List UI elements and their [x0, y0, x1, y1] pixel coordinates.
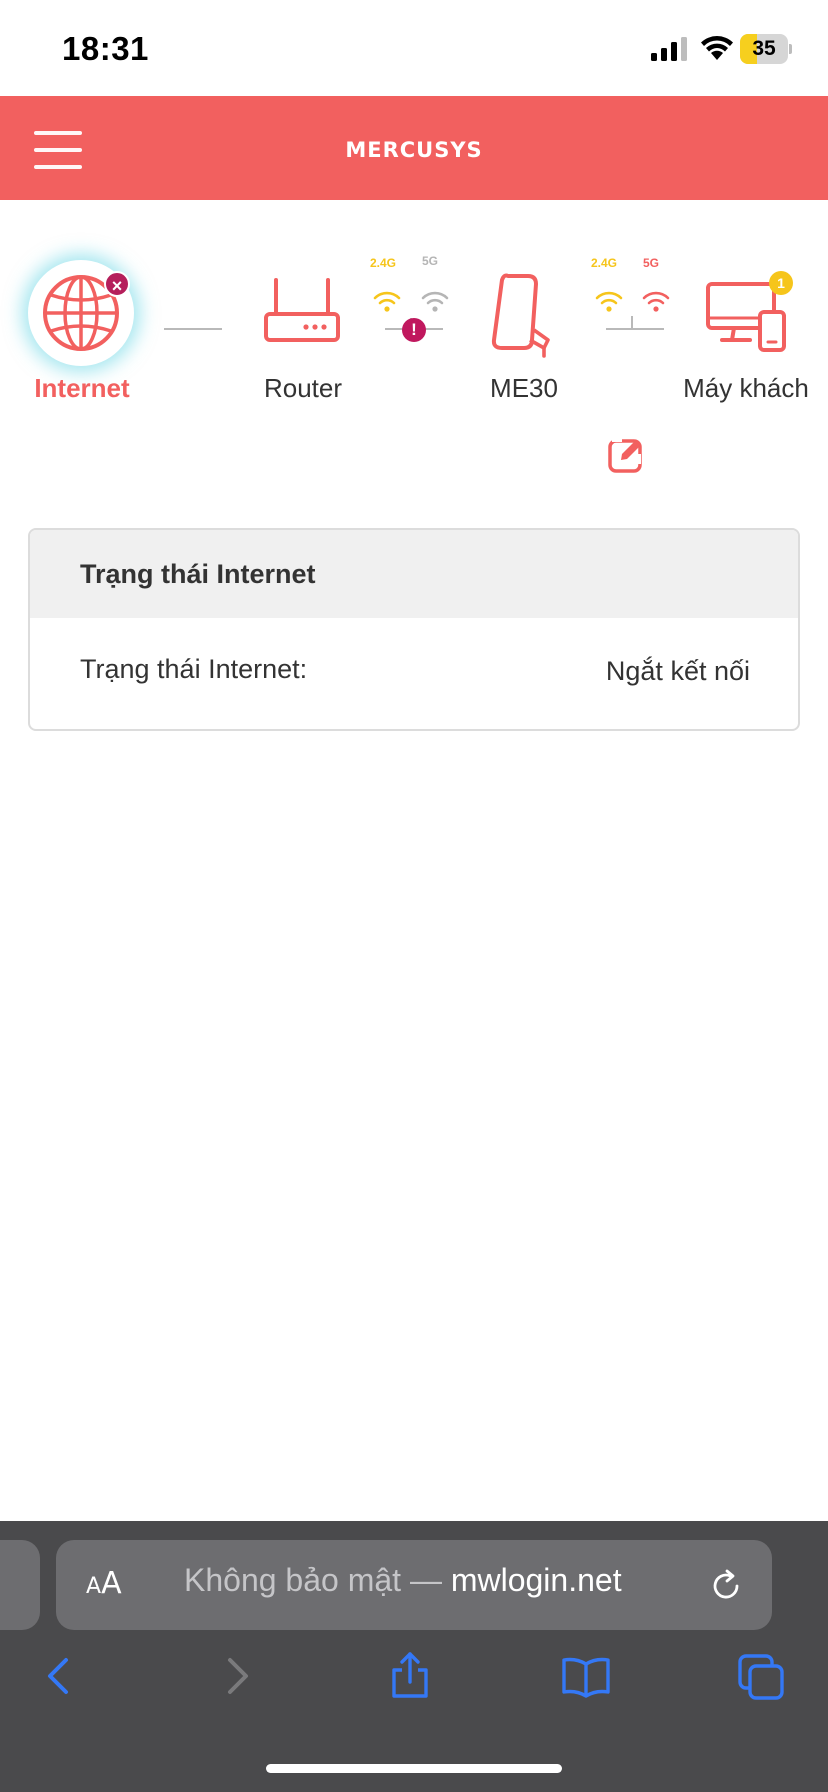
url-prefix: Không bảo mật — — [184, 1562, 451, 1598]
url-host: mwlogin.net — [450, 1562, 622, 1598]
mercusys-logo: MERCUSYS — [345, 138, 483, 162]
tabs-icon[interactable] — [736, 1650, 788, 1702]
internet-status-row: Trạng thái Internet: Ngắt kết nối — [30, 618, 798, 729]
wifi-icon — [701, 36, 733, 60]
internet-status-value: Ngắt kết nối — [605, 656, 750, 686]
internet-status-card: Trạng thái Internet Trạng thái Internet:… — [28, 528, 800, 731]
router-label[interactable]: Router — [240, 372, 366, 404]
previous-tab-peek[interactable] — [0, 1540, 40, 1630]
router-band-24-label: 2.4G — [370, 256, 397, 270]
wifi-24g-icon — [373, 291, 401, 312]
bookmarks-icon[interactable] — [560, 1650, 612, 1702]
home-indicator[interactable] — [266, 1764, 562, 1773]
ios-status-bar: 18:31 35 — [0, 0, 828, 96]
range-extender-icon[interactable] — [490, 270, 560, 360]
me30-label[interactable]: ME30 — [468, 372, 580, 404]
card-title: Trạng thái Internet — [30, 530, 798, 618]
extender-band-5-label: 5G — [643, 256, 660, 270]
reload-icon[interactable] — [706, 1566, 746, 1606]
extender-wifi-24g-icon — [595, 291, 623, 312]
client-label[interactable]: Máy khách — [682, 372, 810, 404]
edit-icon[interactable] — [607, 436, 645, 474]
link-internet-router — [164, 328, 222, 330]
wifi-5g-icon — [421, 291, 449, 312]
router-band-5-label: 5G — [422, 254, 439, 268]
link-extender-client — [606, 328, 664, 330]
internet-status-label: Trạng thái Internet: — [80, 654, 308, 684]
internet-label[interactable]: Internet — [22, 372, 142, 404]
forward-icon[interactable] — [210, 1650, 262, 1702]
router-icon[interactable] — [262, 276, 342, 356]
extender-wifi-5g-icon — [642, 291, 670, 312]
url-text[interactable]: Không bảo mật — mwlogin.net — [184, 1562, 622, 1599]
warning-icon[interactable]: ! — [402, 318, 426, 342]
status-time: 18:31 — [62, 30, 149, 67]
hamburger-menu-icon[interactable] — [34, 131, 82, 169]
client-count-badge: 1 — [769, 271, 793, 295]
link-extender-client-tick — [631, 316, 633, 328]
battery-icon: 35 — [740, 34, 792, 64]
battery-percent: 35 — [752, 37, 776, 60]
disconnected-x-icon: × — [104, 271, 130, 297]
share-icon[interactable] — [384, 1650, 436, 1702]
cellular-signal-icon — [651, 37, 687, 61]
reader-aa-button[interactable]: AA — [86, 1566, 122, 1601]
extender-band-24-label: 2.4G — [591, 256, 618, 270]
back-icon[interactable] — [34, 1650, 86, 1702]
